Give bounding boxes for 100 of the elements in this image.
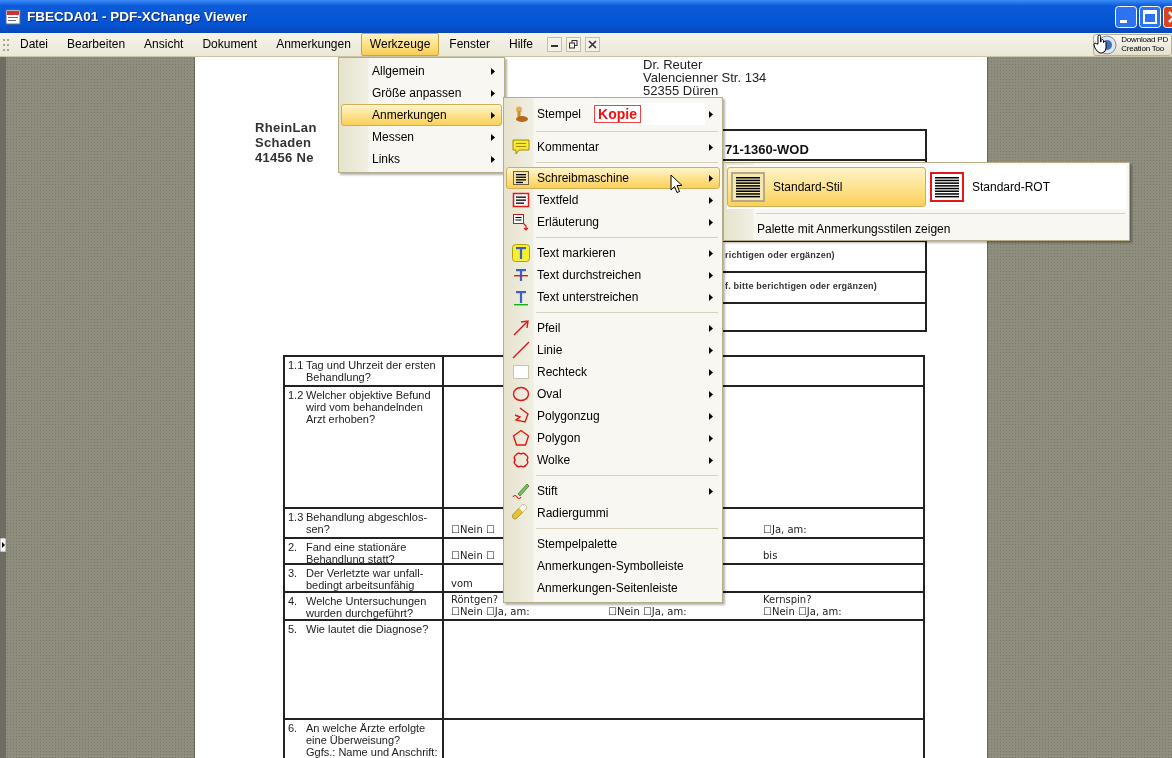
text-box-icon: [512, 191, 530, 209]
menu-item[interactable]: Stempel Kopie: [506, 101, 720, 127]
question-number: 5.: [288, 623, 299, 637]
window-title: FBECDA01 - PDF-XChange Viewer: [27, 9, 249, 24]
submenu-arrow-icon: [491, 111, 495, 119]
menu-item[interactable]: Links: [341, 148, 502, 170]
polyline-icon: [512, 407, 530, 425]
restore-button[interactable]: [566, 37, 582, 52]
underlined-letter-icon: [512, 288, 530, 306]
menu-item[interactable]: Allgemein: [341, 60, 502, 82]
question-text: Fand eine stationäre Behandlung statt?: [306, 541, 407, 563]
menu-bar-item[interactable]: Bearbeiten: [58, 33, 135, 56]
menu-item[interactable]: Textfeld: [506, 189, 720, 211]
menu-bar-item[interactable]: Werkzeuge: [360, 33, 440, 56]
submenu-arrow-icon: [491, 133, 495, 141]
panel-toggle-button[interactable]: [0, 538, 6, 552]
menu-item[interactable]: Kommentar: [506, 136, 720, 158]
question-text: Welcher objektive Befund wird vom behandelnden Arzt erhoben?: [306, 389, 431, 427]
menu-bar-item[interactable]: Anmerkungen: [267, 33, 360, 56]
minimize-button[interactable]: [547, 37, 563, 52]
question-text: Tag und Uhrzeit der ersten Behandlung?: [306, 359, 436, 385]
pentagon-icon: [512, 429, 530, 447]
menu-bar-item[interactable]: Fenster: [440, 33, 499, 56]
menu-item[interactable]: Pfeil: [506, 317, 720, 339]
menu-item[interactable]: Text durchstreichen: [506, 264, 720, 286]
note-text: richtigen oder ergänzen): [725, 250, 835, 260]
style-option[interactable]: Standard-ROT: [926, 167, 1125, 207]
highlighted-letter-icon: [512, 244, 530, 262]
menu-item[interactable]: Messen: [341, 126, 502, 148]
menu-item[interactable]: Oval: [506, 383, 720, 405]
submenu-arrow-icon: [709, 196, 713, 204]
submenu-arrow-icon: [709, 174, 713, 182]
menu-item[interactable]: Rechteck: [506, 361, 720, 383]
submenu-arrow-icon: [709, 324, 713, 332]
answer-text: ☐Nein ☐Ja, am:: [763, 606, 843, 618]
submenu-arrow-icon: [709, 110, 713, 118]
menu-item[interactable]: Schreibmaschine: [506, 167, 720, 189]
menu-item[interactable]: Stempelpalette: [506, 533, 720, 555]
reference-number: 71-1360-WOD: [725, 142, 809, 157]
question-number: 1.1: [288, 359, 305, 373]
text-lines-icon: [512, 169, 530, 187]
question-text: Der Verletzte war unfall- bedingt arbeitsunfähig: [306, 567, 424, 591]
menu-bar-item[interactable]: Ansicht: [135, 33, 193, 56]
submenu-arrow-icon: [709, 434, 713, 442]
answer-text: ☐Nein ☐Ja, am:: [451, 606, 531, 618]
menu-item[interactable]: Wolke: [506, 449, 720, 471]
menu-item[interactable]: Text unterstreichen: [506, 286, 720, 308]
question-text: Welche Untersuchungen wurden durchgeführt?: [306, 595, 427, 619]
question-number: 1.2: [288, 389, 305, 403]
menu-item[interactable]: Polygon: [506, 427, 720, 449]
strikethrough-letter-icon: [512, 266, 530, 284]
address-line: RheinLan: [255, 120, 317, 135]
question-number: 3.: [288, 567, 299, 581]
rectangle-icon: [512, 363, 530, 381]
cursor-icon: [670, 174, 683, 194]
answer-text: ☐Nein ☐: [451, 550, 496, 562]
submenu-arrow-icon: [709, 368, 713, 376]
answer-text: ☐Nein ☐: [451, 524, 496, 536]
app-icon: [5, 8, 21, 25]
answer-text: ☐Ja, am:: [763, 524, 808, 536]
menu-item[interactable]: Anmerkungen-Seitenleiste: [506, 577, 720, 599]
question-text: Behandlung abgeschlos- sen?: [306, 511, 428, 537]
question-text: Wie lautet die Diagnose?: [306, 623, 429, 637]
menu-item[interactable]: Text markieren: [506, 242, 720, 264]
menu-item[interactable]: Radiergummi: [506, 502, 720, 524]
question-number: 6.: [288, 722, 299, 736]
stamp-preview: Kopie: [593, 103, 705, 125]
download-button[interactable]: Download PD Creation Too: [1093, 33, 1172, 56]
menu-item[interactable]: Linie: [506, 339, 720, 361]
menu-bar-item[interactable]: Dokument: [193, 33, 267, 56]
menu-item[interactable]: Anmerkungen-Symbolleiste: [506, 555, 720, 577]
menu-item[interactable]: Erläuterung: [506, 211, 720, 233]
text-lines-icon: [731, 172, 765, 202]
submenu-arrow-icon: [709, 412, 713, 420]
oval-icon: [512, 385, 530, 403]
menu-bar-item[interactable]: Hilfe: [500, 33, 543, 56]
menu-item[interactable]: Größe anpassen: [341, 82, 502, 104]
hand-cursor-icon: [1093, 34, 1109, 54]
note-text: f. bitte berichtigen oder ergänzen): [725, 281, 877, 291]
submenu-arrow-icon: [709, 487, 713, 495]
address-line: 41456 Ne: [255, 150, 315, 165]
submenu-arrow-icon: [709, 249, 713, 257]
submenu-arrow-icon: [709, 346, 713, 354]
submenu-arrow-icon: [709, 456, 713, 464]
eraser-icon: [512, 504, 530, 522]
menu-item[interactable]: Anmerkungen: [341, 104, 502, 126]
close-button[interactable]: [585, 37, 601, 52]
question-number: 1.3: [288, 511, 305, 525]
menu-bar-item[interactable]: Datei: [11, 33, 57, 56]
style-option[interactable]: Standard-Stil: [727, 167, 926, 207]
menu-item[interactable]: Polygonzug: [506, 405, 720, 427]
submenu-arrow-icon: [491, 155, 495, 163]
line-icon: [512, 341, 530, 359]
menu-item[interactable]: Palette mit Anmerkungsstilen zeigen: [726, 218, 1127, 240]
pencil-icon: [512, 482, 530, 500]
submenu-arrow-icon: [709, 143, 713, 151]
maximize-button[interactable]: [1139, 5, 1161, 28]
menu-item[interactable]: Stift: [506, 480, 720, 502]
question-number: 4.: [288, 595, 299, 609]
submenu-arrow-icon: [491, 89, 495, 97]
